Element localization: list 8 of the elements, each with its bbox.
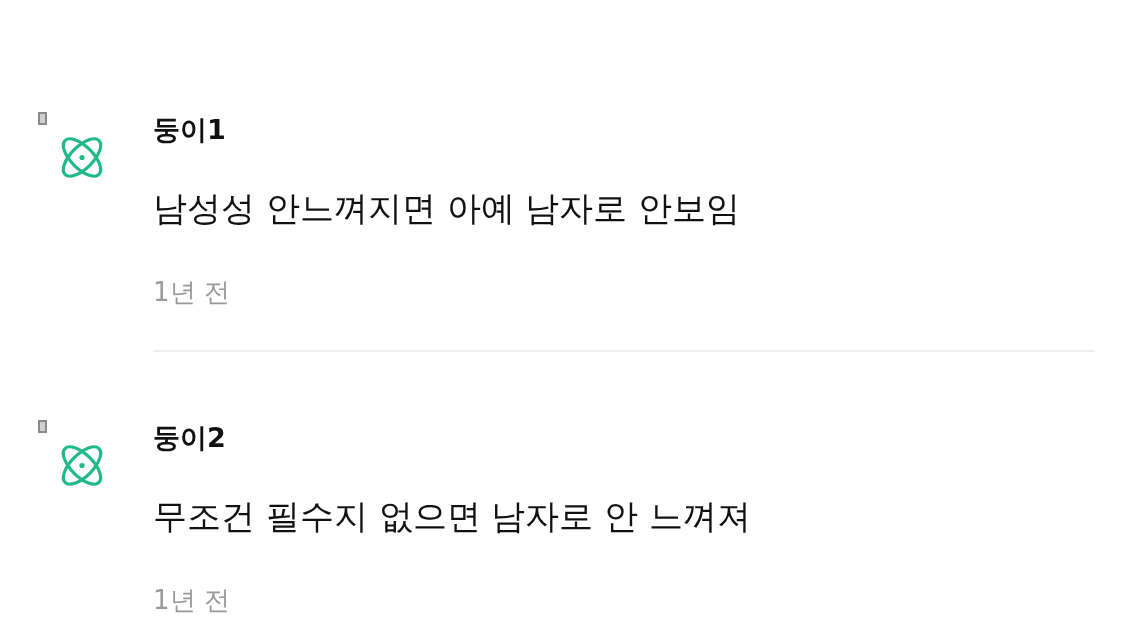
small-rectangle-icon [38,112,47,125]
comment-time: 1년 전 [153,584,230,617]
small-rectangle-icon [38,420,47,433]
comment-text: 무조건 필수지 없으면 남자로 안 느껴져 [153,498,752,534]
comment-time: 1년 전 [153,276,230,309]
comment-author: 둥이2 [153,421,226,455]
comment-author: 둥이1 [153,113,226,147]
comment-text: 남성성 안느껴지면 아예 남자로 안보임 [153,190,741,226]
